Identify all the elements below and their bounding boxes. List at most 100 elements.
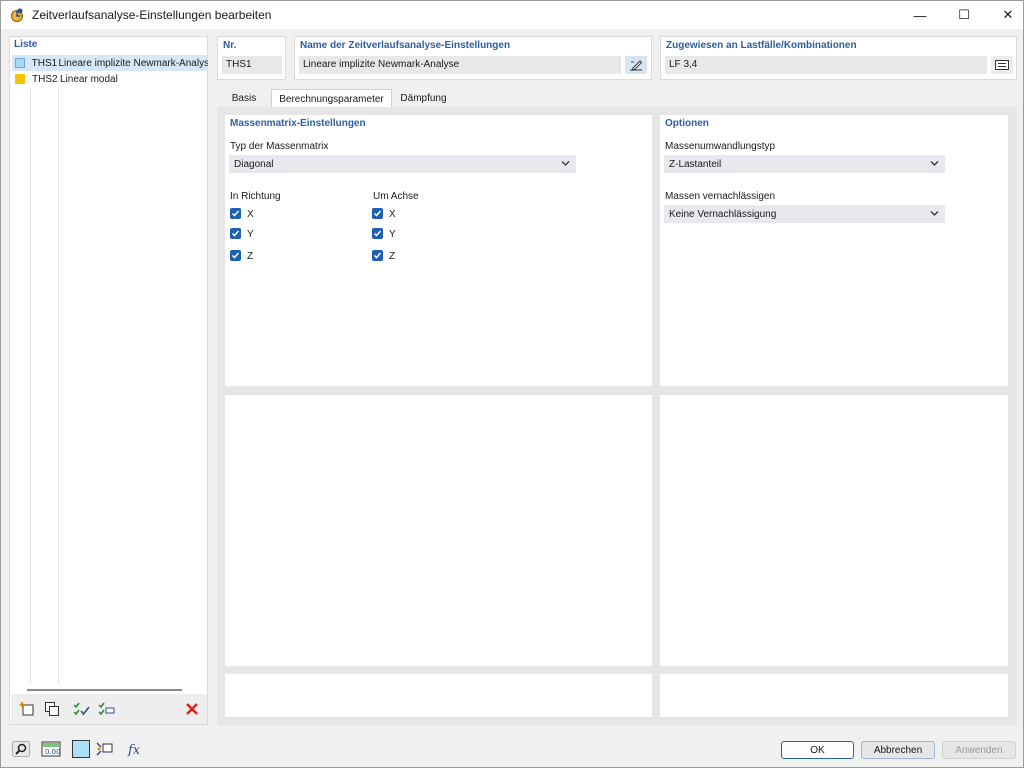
conversion-type-dropdown[interactable]: Z-Lastanteil [664, 155, 945, 173]
svg-text:0.00: 0.00 [45, 748, 61, 756]
checkmark-icon [231, 210, 240, 217]
axis-z-label: Z [389, 251, 396, 262]
model-view-button[interactable] [94, 739, 116, 759]
axis-x-label: X [389, 209, 396, 220]
delete-icon [186, 703, 198, 715]
list-item-code: THS2 [32, 73, 58, 85]
chevron-down-icon [930, 161, 939, 166]
tab-content: Massenmatrix-Einstellungen Typ der Masse… [217, 107, 1017, 725]
check-all-icon [73, 702, 90, 716]
empty-panel [225, 674, 652, 717]
nr-label: Nr. [223, 40, 237, 51]
mass-matrix-type-label: Typ der Massenmatrix [230, 141, 329, 152]
new-item-icon [19, 702, 34, 716]
checkmark-icon [373, 230, 382, 237]
neglect-masses-dropdown[interactable]: Keine Vernachlässigung [664, 205, 945, 223]
formula-icon: fx [127, 743, 141, 757]
dialog-window: Zeitverlaufsanalyse-Einstellungen bearbe… [0, 0, 1024, 768]
direction-x-checkbox[interactable] [230, 208, 241, 219]
mass-matrix-type-value: Diagonal [234, 159, 274, 170]
tab-berechnungsparameter[interactable]: Berechnungsparameter [271, 89, 392, 108]
checkmark-icon [373, 210, 382, 217]
color-swatch-icon [72, 740, 90, 758]
checkmark-icon [231, 230, 240, 237]
assigned-value: LF 3,4 [665, 56, 987, 74]
units-button[interactable]: 0.00 [40, 739, 62, 759]
uncheck-icon [98, 702, 115, 716]
check-all-button[interactable] [71, 699, 93, 719]
list-divider [58, 88, 59, 684]
assigned-field: Zugewiesen an Lastfälle/Kombinationen LF… [660, 36, 1017, 80]
list-item-ths2[interactable]: THS2 Linear modal [12, 71, 208, 87]
list-item-label: Linear modal [60, 73, 118, 85]
mass-matrix-title: Massenmatrix-Einstellungen [230, 118, 366, 129]
direction-x-label: X [247, 209, 254, 220]
window-title: Zeitverlaufsanalyse-Einstellungen bearbe… [32, 8, 272, 22]
edit-name-button[interactable] [625, 56, 647, 74]
minimize-icon: — [913, 7, 927, 23]
title-bar: Zeitverlaufsanalyse-Einstellungen bearbe… [1, 1, 1023, 29]
list-toolbar [11, 694, 207, 724]
list-item-ths1[interactable]: THS1 Lineare implizite Newmark-Analyse [12, 55, 208, 71]
axis-x-checkbox[interactable] [372, 208, 383, 219]
conversion-type-label: Massenumwandlungstyp [665, 141, 776, 152]
tab-basis[interactable]: Basis [217, 89, 271, 108]
new-item-button[interactable] [16, 699, 38, 719]
axis-y-label: Y [389, 229, 396, 240]
copy-item-button[interactable] [41, 699, 63, 719]
close-button[interactable]: ✕ [985, 1, 1024, 29]
ok-button[interactable]: OK [781, 741, 854, 759]
select-loadcases-button[interactable] [991, 56, 1013, 74]
options-title: Optionen [665, 118, 709, 129]
chevron-down-icon [930, 211, 939, 216]
svg-text:fx: fx [127, 743, 141, 757]
chevron-down-icon [561, 161, 570, 166]
minimize-button[interactable]: — [897, 1, 943, 29]
search-button[interactable] [10, 739, 32, 759]
name-field: Name der Zeitverlaufsanalyse-Einstellung… [294, 36, 652, 80]
model-view-icon [96, 742, 113, 756]
edit-icon [630, 60, 643, 71]
list-select-icon [995, 60, 1009, 70]
axis-z-checkbox[interactable] [372, 250, 383, 261]
app-icon [11, 8, 23, 22]
delete-button[interactable] [181, 699, 203, 719]
neglect-masses-label: Massen vernachlässigen [665, 191, 776, 202]
options-section: Optionen Massenumwandlungstyp Z-Lastante… [660, 115, 1008, 386]
checkmark-icon [231, 252, 240, 259]
formula-button[interactable]: fx [124, 739, 146, 759]
direction-y-label: Y [247, 229, 254, 240]
color-swatch [15, 58, 25, 68]
nr-field: Nr. THS1 [217, 36, 286, 80]
empty-panel [660, 674, 1008, 717]
list-panel: Liste THS1 Lineare implizite Newmark-Ana… [9, 36, 208, 725]
maximize-button[interactable]: ☐ [941, 1, 987, 29]
list-item-code: THS1 [31, 57, 58, 69]
search-icon [12, 741, 30, 757]
conversion-type-value: Z-Lastanteil [669, 159, 722, 170]
axis-y-checkbox[interactable] [372, 228, 383, 239]
apply-button[interactable]: Anwenden [942, 741, 1016, 759]
direction-y-checkbox[interactable] [230, 228, 241, 239]
close-icon: ✕ [1002, 7, 1014, 22]
list-divider [30, 88, 31, 684]
cancel-button[interactable]: Abbrechen [861, 741, 935, 759]
neglect-masses-value: Keine Vernachlässigung [669, 209, 777, 220]
horizontal-scrollbar[interactable] [27, 689, 182, 691]
maximize-icon: ☐ [958, 7, 970, 22]
direction-z-checkbox[interactable] [230, 250, 241, 261]
uncheck-button[interactable] [96, 699, 118, 719]
units-icon: 0.00 [41, 741, 61, 757]
direction-label: In Richtung [230, 191, 281, 202]
assigned-label: Zugewiesen an Lastfälle/Kombinationen [666, 40, 857, 51]
list-header: Liste [14, 39, 38, 50]
nr-value: THS1 [222, 56, 282, 74]
color-button[interactable] [70, 739, 92, 759]
mass-matrix-type-dropdown[interactable]: Diagonal [229, 155, 576, 173]
name-input[interactable]: Lineare implizite Newmark-Analyse [299, 56, 621, 74]
name-label: Name der Zeitverlaufsanalyse-Einstellung… [300, 40, 511, 51]
mass-matrix-section: Massenmatrix-Einstellungen Typ der Masse… [225, 115, 652, 386]
checkmark-icon [373, 252, 382, 259]
empty-panel [225, 395, 652, 666]
tab-daempfung[interactable]: Dämpfung [393, 89, 454, 108]
